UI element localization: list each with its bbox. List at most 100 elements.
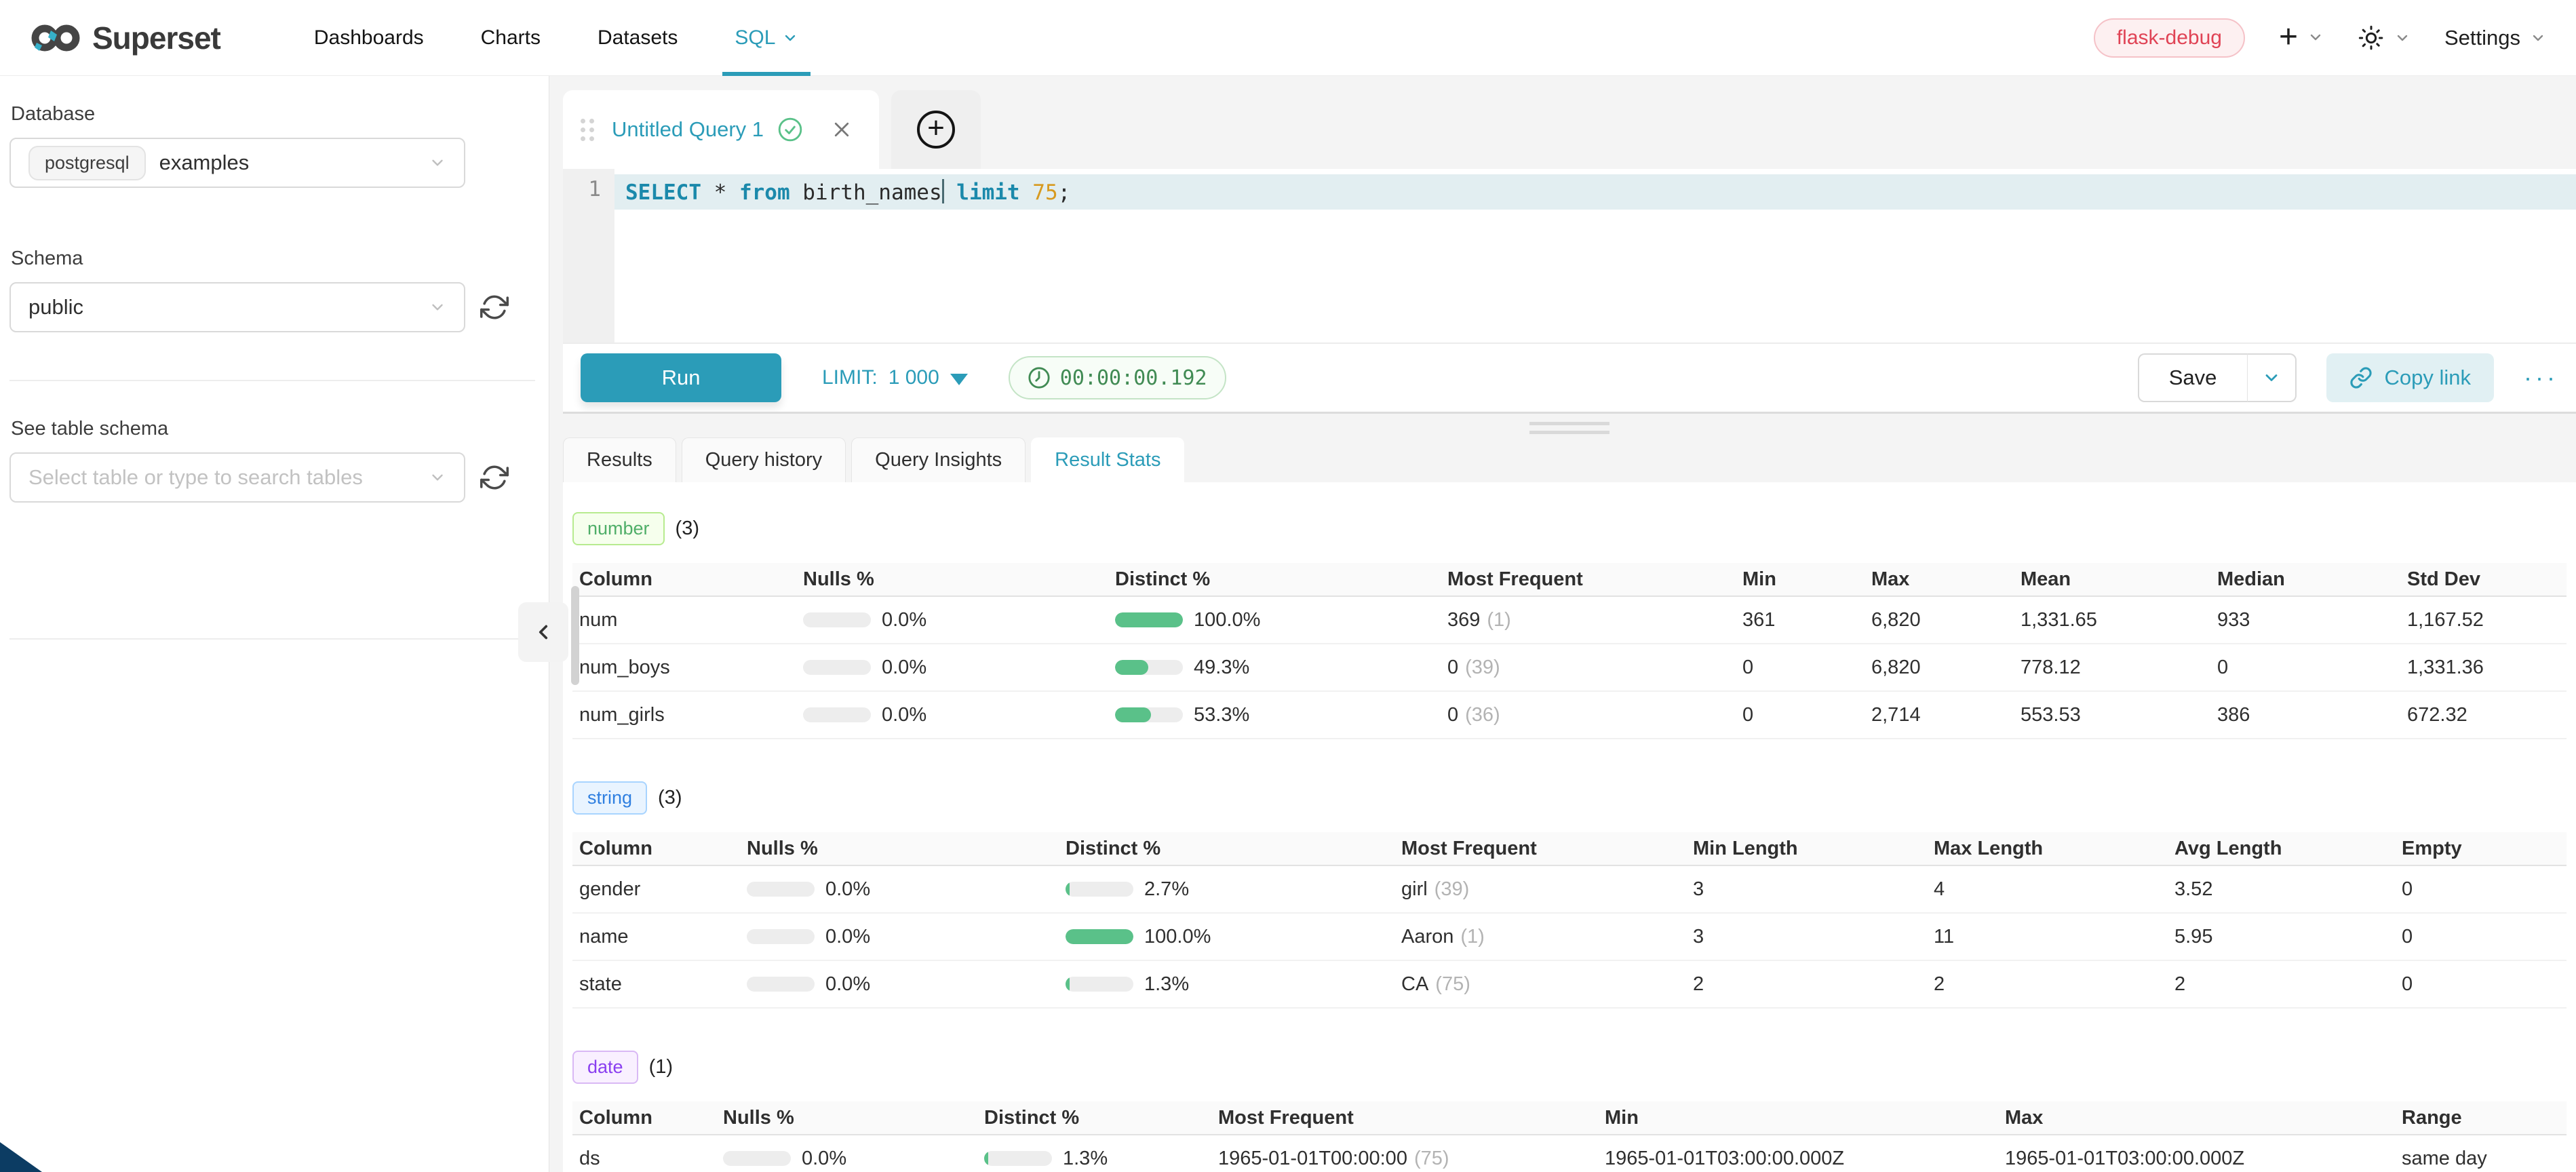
most-frequent-count: (1) xyxy=(1460,926,1484,948)
table-header-row: ColumnNulls %Distinct %Most FrequentMin … xyxy=(572,832,2567,866)
column-header[interactable]: Range xyxy=(2395,1107,2551,1129)
scrollbar-thumb[interactable] xyxy=(571,586,579,685)
column-header[interactable]: Nulls % xyxy=(740,838,1059,860)
cell-nulls-pct: 0.0% xyxy=(716,1148,977,1170)
column-header[interactable]: Avg Length xyxy=(2168,838,2395,860)
settings-menu[interactable]: Settings xyxy=(2444,26,2546,50)
cell-stat-value: 5.95 xyxy=(2168,926,2395,948)
column-header[interactable]: Mean xyxy=(2014,568,2210,591)
link-icon xyxy=(2349,366,2373,389)
tab-result-stats[interactable]: Result Stats xyxy=(1031,437,1184,482)
elapsed-time: 00:00:00.192 xyxy=(1060,366,1207,390)
chevron-down-icon xyxy=(429,154,446,172)
new-tab-button[interactable]: + xyxy=(917,111,955,149)
progress-bar-track xyxy=(723,1151,791,1166)
stats-section-number: number(3) ColumnNulls %Distinct %Most Fre… xyxy=(572,512,2567,739)
table-row: ds0.0%1.3%1965-01-01T00:00:00(75)1965-01… xyxy=(572,1135,2567,1172)
schema-select[interactable]: public xyxy=(9,282,465,332)
refresh-schema-button[interactable] xyxy=(480,293,509,321)
column-header[interactable]: Distinct % xyxy=(977,1107,1211,1129)
query-tab[interactable]: Untitled Query 1 xyxy=(563,90,879,169)
drag-handle-icon[interactable] xyxy=(581,119,594,141)
type-badge-string: string xyxy=(572,781,647,815)
table-row: num_girls0.0%53.3%0(36)02,714553.5338667… xyxy=(572,692,2567,739)
sql-token-number: 75 xyxy=(1032,180,1057,205)
cell-stat-value: 3 xyxy=(1686,878,1927,901)
cell-most-frequent: Aaron(1) xyxy=(1394,926,1686,948)
cell-stat-value: 778.12 xyxy=(2014,657,2210,679)
cell-most-frequent: 0(39) xyxy=(1441,657,1736,679)
cell-stat-value: 6,820 xyxy=(1865,657,2014,679)
sql-token-keyword: SELECT xyxy=(625,180,701,205)
cell-nulls-pct: 0.0% xyxy=(740,926,1059,948)
column-header[interactable]: Column xyxy=(572,568,796,591)
environment-badge: flask-debug xyxy=(2094,18,2245,58)
table-select[interactable]: Select table or type to search tables xyxy=(9,452,465,503)
check-circle-icon xyxy=(777,117,803,142)
run-button[interactable]: Run xyxy=(581,353,781,402)
splitter-drag-handle[interactable] xyxy=(1529,422,1609,440)
sidebar: Database postgresql examples Schema publ… xyxy=(0,76,549,1172)
percent-value: 2.7% xyxy=(1144,878,1189,901)
column-header[interactable]: Most Frequent xyxy=(1441,568,1736,591)
more-options-button[interactable]: ··· xyxy=(2524,372,2558,384)
column-header[interactable]: Max xyxy=(1865,568,2014,591)
column-header[interactable]: Most Frequent xyxy=(1394,838,1686,860)
column-header[interactable]: Column xyxy=(572,1107,716,1129)
column-header[interactable]: Empty xyxy=(2395,838,2551,860)
section-header: number(3) xyxy=(572,512,2567,545)
code-area[interactable]: 1 SELECT * from birth_names limit 75; xyxy=(563,169,2576,343)
table-row: state0.0%1.3%CA(75)2220 xyxy=(572,961,2567,1009)
column-header[interactable]: Min xyxy=(1736,568,1865,591)
column-header[interactable]: Column xyxy=(572,838,740,860)
limit-dropdown[interactable]: LIMIT: 1 000 xyxy=(822,366,968,389)
nav-item-sql[interactable]: SQL xyxy=(706,0,827,76)
cell-stat-value: 933 xyxy=(2210,609,2400,631)
tab-query-history[interactable]: Query history xyxy=(682,437,846,482)
cell-most-frequent: 0(36) xyxy=(1441,704,1736,726)
column-count: (3) xyxy=(658,787,682,809)
cell-most-frequent: 1965-01-01T00:00:00(75) xyxy=(1211,1148,1598,1170)
copy-link-button[interactable]: Copy link xyxy=(2326,353,2495,402)
chevron-down-icon xyxy=(2394,30,2411,46)
sql-code-line[interactable]: SELECT * from birth_names limit 75; xyxy=(614,177,2576,208)
database-select[interactable]: postgresql examples xyxy=(9,138,465,188)
column-header[interactable]: Nulls % xyxy=(716,1107,977,1129)
column-header[interactable]: Median xyxy=(2210,568,2400,591)
new-item-button[interactable]: + xyxy=(2279,24,2324,50)
save-button[interactable]: Save xyxy=(2138,353,2248,402)
nav-item-dashboards[interactable]: Dashboards xyxy=(286,0,452,76)
theme-toggle-button[interactable] xyxy=(2358,24,2411,52)
cell-nulls-pct: 0.0% xyxy=(796,657,1108,679)
refresh-tables-button[interactable] xyxy=(480,463,509,492)
nav-item-datasets[interactable]: Datasets xyxy=(569,0,706,76)
column-header[interactable]: Most Frequent xyxy=(1211,1107,1598,1129)
chevron-down-icon xyxy=(429,469,446,486)
most-frequent-count: (75) xyxy=(1435,973,1470,996)
column-header[interactable]: Distinct % xyxy=(1108,568,1441,591)
tab-query-insights[interactable]: Query Insights xyxy=(851,437,1026,482)
sql-token-keyword: from xyxy=(739,180,790,205)
superset-brand[interactable]: Superset xyxy=(30,20,220,56)
collapse-sidebar-button[interactable] xyxy=(518,602,568,662)
column-header[interactable]: Distinct % xyxy=(1059,838,1394,860)
chevron-down-icon xyxy=(2262,368,2281,387)
progress-bar-fill xyxy=(1115,612,1183,627)
close-tab-icon[interactable] xyxy=(832,119,852,140)
column-header[interactable]: Std Dev xyxy=(2400,568,2556,591)
percent-value: 100.0% xyxy=(1144,926,1211,948)
save-options-button[interactable] xyxy=(2248,353,2297,402)
most-frequent-value: 369 xyxy=(1447,609,1480,631)
most-frequent-count: (1) xyxy=(1487,609,1510,631)
column-header[interactable]: Min xyxy=(1598,1107,1998,1129)
column-header[interactable]: Max xyxy=(1998,1107,2395,1129)
type-badge-number: number xyxy=(572,512,665,545)
cell-stat-value: 0 xyxy=(2210,657,2400,679)
nav-item-charts[interactable]: Charts xyxy=(452,0,569,76)
column-header[interactable]: Max Length xyxy=(1927,838,2168,860)
tab-results[interactable]: Results xyxy=(563,437,676,482)
column-header[interactable]: Nulls % xyxy=(796,568,1108,591)
type-badge-date: date xyxy=(572,1051,638,1084)
column-header[interactable]: Min Length xyxy=(1686,838,1927,860)
most-frequent-count: (39) xyxy=(1435,878,1470,901)
